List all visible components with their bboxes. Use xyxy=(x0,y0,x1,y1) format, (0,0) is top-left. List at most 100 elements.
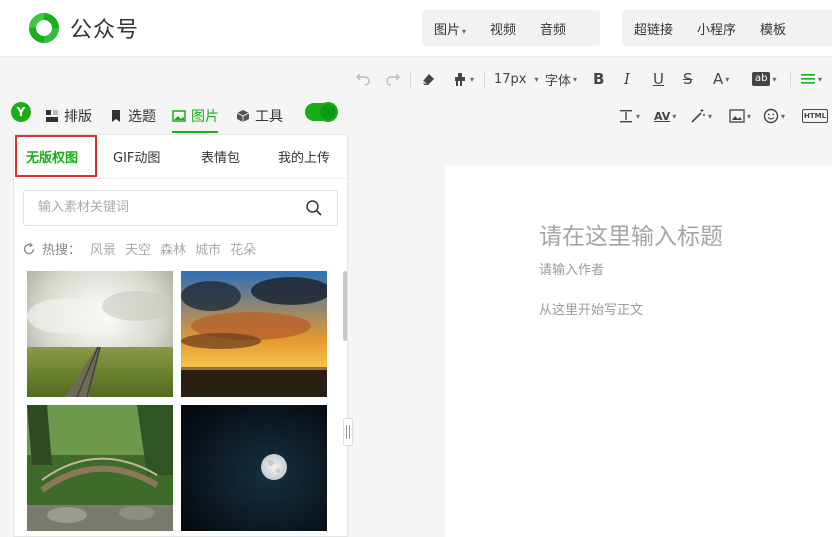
format-painter-button[interactable]: ▾ xyxy=(452,68,474,90)
image-thumbnail-bridge[interactable] xyxy=(27,405,173,536)
chevron-down-icon: ▾ xyxy=(534,74,539,84)
toolbar-divider xyxy=(790,71,791,87)
panel-resize-handle[interactable] xyxy=(343,418,353,446)
refresh-icon[interactable] xyxy=(22,242,36,256)
template-menu[interactable]: 模板 xyxy=(748,19,798,38)
insert-hyperlink-menu[interactable]: 超链接 xyxy=(622,19,685,38)
font-family-select[interactable]: 字体 ▾ xyxy=(545,68,577,90)
link-insert-group: 超链接 小程序 模板 xyxy=(622,10,832,46)
tab-my-uploads[interactable]: 我的上传 xyxy=(278,147,330,166)
italic-icon: I xyxy=(624,70,630,88)
tab-tools[interactable]: 工具 xyxy=(236,103,283,129)
align-button[interactable]: ▾ xyxy=(800,68,822,90)
image-material-panel: 无版权图 GIF动图 表情包 我的上传 热搜： 风景 天空 森林 城市 花朵 xyxy=(13,134,348,537)
wechat-mp-logo-icon xyxy=(29,13,59,43)
toggle-knob xyxy=(320,104,336,120)
tab-royalty-free[interactable]: 无版权图 xyxy=(26,147,78,166)
magic-wand-icon xyxy=(691,109,705,123)
font-size-value: 17px xyxy=(494,71,527,87)
image-tools-button[interactable]: ▾ xyxy=(729,105,751,127)
hot-keyword[interactable]: 森林 xyxy=(160,239,186,258)
eraser-icon xyxy=(422,74,434,85)
chevron-down-icon: ▾ xyxy=(818,74,823,84)
align-icon xyxy=(801,74,815,84)
hot-keyword[interactable]: 风景 xyxy=(90,239,116,258)
image-thumbnail-railway[interactable] xyxy=(27,271,173,397)
hot-search-row: 热搜： 风景 天空 森林 城市 花朵 xyxy=(22,239,256,258)
emoji-icon xyxy=(763,108,779,124)
clear-format-button[interactable] xyxy=(420,68,436,90)
hot-keyword[interactable]: 花朵 xyxy=(230,239,256,258)
bold-button[interactable]: B xyxy=(593,68,604,90)
top-header: 公众号 图片 ▾ 视频 音频 超链接 小程序 模板 xyxy=(0,0,832,57)
strikethrough-button[interactable]: S xyxy=(683,68,693,90)
chevron-down-icon: ▾ xyxy=(672,111,677,121)
image-icon xyxy=(729,109,745,123)
hot-keyword[interactable]: 天空 xyxy=(125,239,151,258)
railway-image xyxy=(27,271,173,397)
font-color-button[interactable]: A ▾ xyxy=(713,68,729,90)
chevron-down-icon: ▾ xyxy=(772,74,777,84)
article-editor: 请在这里输入标题 请输入作者 从这里开始写正文 xyxy=(445,165,832,537)
magic-wand-button[interactable]: ▾ xyxy=(690,105,712,127)
insert-audio-menu[interactable]: 音频 xyxy=(528,19,578,38)
insert-image-menu[interactable]: 图片 ▾ xyxy=(422,19,478,38)
sunset-image xyxy=(181,271,327,397)
font-size-select[interactable]: 17px ▾ xyxy=(494,68,539,90)
emoji-button[interactable]: ▾ xyxy=(763,105,785,127)
insert-miniprogram-menu[interactable]: 小程序 xyxy=(685,19,748,38)
search-icon[interactable] xyxy=(305,199,323,217)
tab-images[interactable]: 图片 xyxy=(172,103,219,129)
image-thumbnail-sunset[interactable] xyxy=(181,271,327,397)
highlight-button[interactable]: ab ▾ xyxy=(752,68,777,90)
tab-tools-label: 工具 xyxy=(255,109,283,125)
image-thumbnail-moon[interactable] xyxy=(181,405,327,536)
active-tab-indicator xyxy=(172,131,218,133)
body-editor[interactable]: 从这里开始写正文 xyxy=(539,299,643,318)
html-button[interactable]: HTML xyxy=(802,105,829,127)
hot-search-label: 热搜： xyxy=(42,243,82,258)
wechat-logo[interactable]: 公众号 xyxy=(26,10,139,46)
search-input[interactable] xyxy=(38,200,288,215)
bold-icon: B xyxy=(593,70,605,88)
author-input[interactable]: 请输入作者 xyxy=(539,259,604,278)
strikethrough-icon: S xyxy=(683,70,693,88)
tab-layout-label: 排版 xyxy=(64,109,92,125)
panel-toggle-switch[interactable] xyxy=(305,103,337,121)
tab-topics-label: 选题 xyxy=(128,109,156,125)
letter-spacing-button[interactable]: AV ▾ xyxy=(654,105,676,127)
tab-stickers[interactable]: 表情包 xyxy=(201,147,240,166)
panel-tabs: 无版权图 GIF动图 表情包 我的上传 xyxy=(14,135,347,179)
tab-images-label: 图片 xyxy=(191,109,219,125)
logo-text: 公众号 xyxy=(70,18,140,43)
toolbar-divider xyxy=(484,71,485,87)
highlight-icon: ab xyxy=(752,72,771,86)
tab-layout[interactable]: 排版 xyxy=(45,103,92,129)
redo-button[interactable] xyxy=(385,68,401,90)
panel-scrollbar[interactable] xyxy=(343,271,347,341)
chevron-down-icon: ▾ xyxy=(462,26,467,36)
chevron-down-icon: ▾ xyxy=(747,111,752,121)
chevron-down-icon: ▾ xyxy=(781,111,786,121)
chevron-down-icon: ▾ xyxy=(636,111,641,121)
undo-button[interactable] xyxy=(355,68,371,90)
chevron-down-icon: ▾ xyxy=(470,74,475,84)
tab-topics[interactable]: 选题 xyxy=(109,103,156,129)
chevron-down-icon: ▾ xyxy=(573,74,578,84)
moon-image xyxy=(181,405,327,531)
toolbar-divider xyxy=(410,71,411,87)
layout-icon xyxy=(46,110,58,122)
underline-icon: U xyxy=(653,70,664,88)
chevron-down-icon: ▾ xyxy=(708,111,713,121)
italic-button[interactable]: I xyxy=(624,68,630,90)
title-input[interactable]: 请在这里输入标题 xyxy=(539,217,723,251)
underline-button[interactable]: U xyxy=(653,68,664,90)
cube-icon xyxy=(236,110,250,122)
material-search-box xyxy=(23,190,338,226)
tab-gif[interactable]: GIF动图 xyxy=(113,147,160,166)
undo-icon xyxy=(356,73,370,86)
line-height-button[interactable]: ▾ xyxy=(618,105,640,127)
hot-keyword[interactable]: 城市 xyxy=(195,239,221,258)
insert-video-menu[interactable]: 视频 xyxy=(478,19,528,38)
bridge-image xyxy=(27,405,173,531)
